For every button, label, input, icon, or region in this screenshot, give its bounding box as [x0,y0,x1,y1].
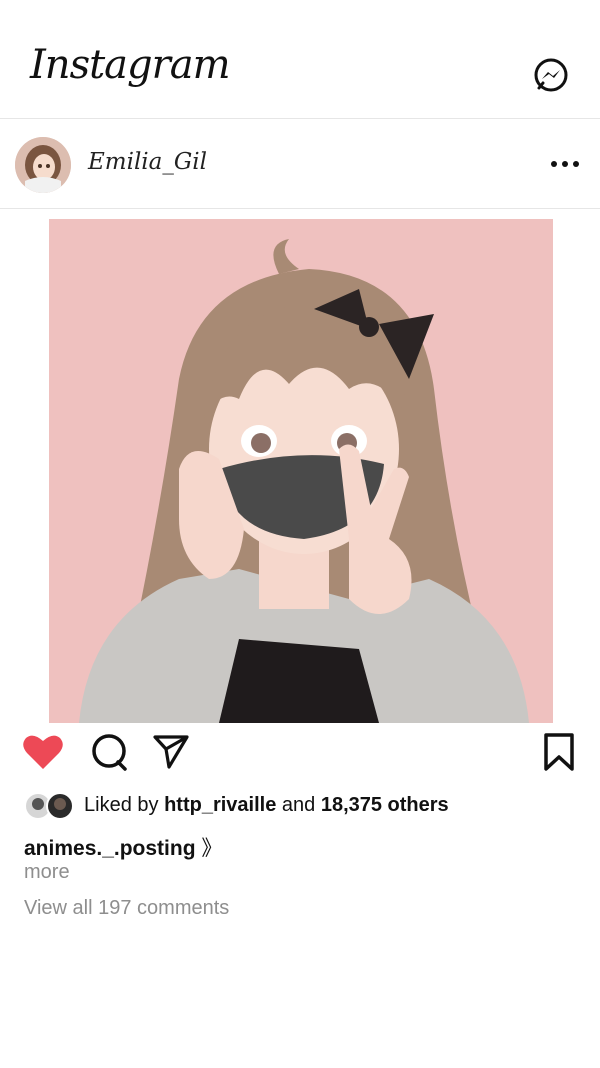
comment-icon[interactable] [89,732,129,772]
more-options-icon[interactable] [549,159,581,169]
post-header: Emilia_Gil [0,119,600,209]
post-username[interactable]: Emilia_Gil [88,149,207,175]
caption-more-link[interactable]: more [24,861,70,884]
heart-filled-icon[interactable] [22,732,64,772]
likes-row: Liked by http_rivaille and 18,375 others [24,790,584,822]
likes-count[interactable]: 18,375 others [321,794,449,816]
view-comments-link[interactable]: View all 197 comments [24,897,229,920]
bookmark-icon[interactable] [542,732,576,772]
anime-girl-illustration [49,219,553,723]
caption: animes._.posting 》 [24,832,222,862]
post-image[interactable] [49,219,553,723]
liked-by-avatars[interactable] [24,792,76,820]
avatar[interactable] [15,137,71,193]
likes-prefix: Liked by [84,794,159,816]
top-bar: Instagram [0,0,600,119]
send-icon[interactable] [152,732,190,770]
post-actions [0,728,600,778]
caption-text: 》 [201,837,223,860]
instagram-logo[interactable]: Instagram [30,42,231,88]
likes-joiner: and [281,794,316,816]
messenger-icon[interactable] [532,56,570,94]
liked-by-user[interactable]: http_rivaille [164,794,276,816]
likes-summary[interactable]: Liked by http_rivaille and 18,375 others [84,794,449,817]
caption-username[interactable]: animes._.posting [24,837,196,860]
